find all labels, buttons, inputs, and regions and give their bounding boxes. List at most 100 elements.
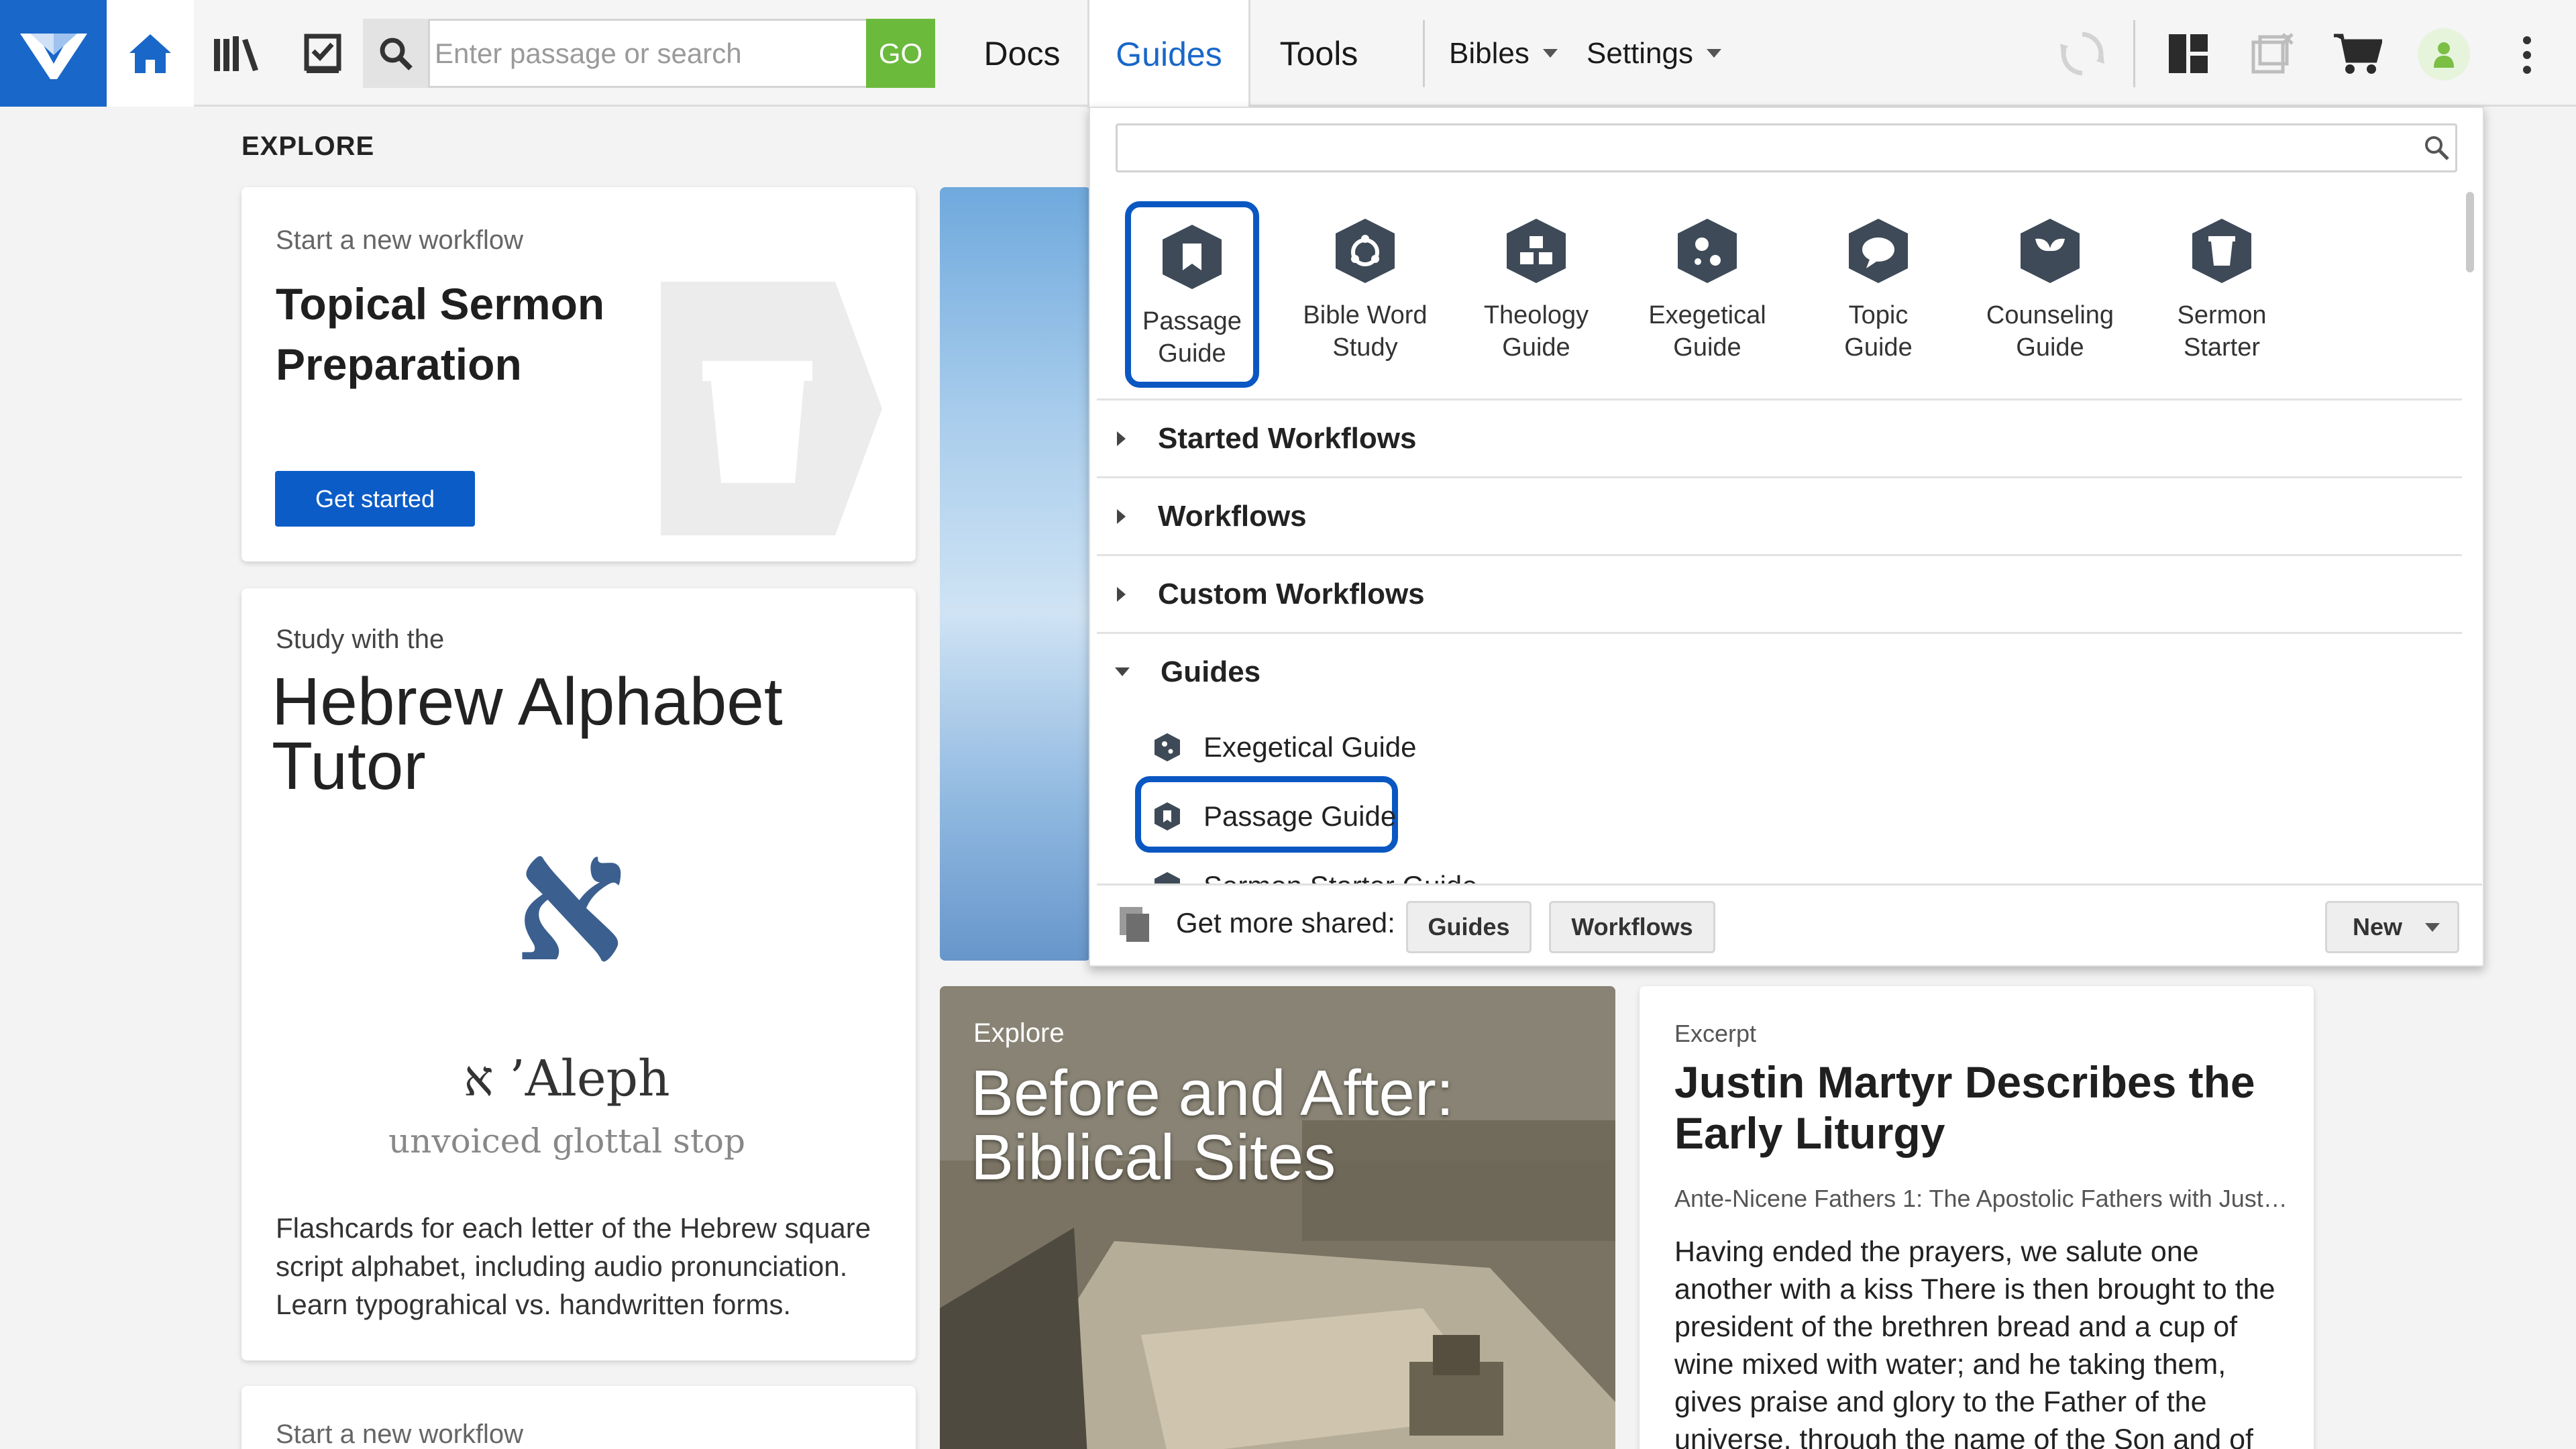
theology-guide-icon xyxy=(1507,219,1566,283)
card-kicker: Start a new workflow xyxy=(276,1419,524,1449)
city-aerial-image xyxy=(940,986,1615,1449)
card-title-line: Preparation xyxy=(276,339,522,389)
tab-tools[interactable]: Tools xyxy=(1252,0,1386,107)
sync-icon[interactable] xyxy=(2055,27,2109,80)
get-started-button[interactable]: Get started xyxy=(275,471,475,527)
card-kicker: Excerpt xyxy=(1674,1020,1757,1047)
chevron-down-icon xyxy=(1542,49,1558,58)
section-label: Custom Workflows xyxy=(1158,577,1425,610)
chevron-down-icon xyxy=(1115,667,1130,676)
guide-item-label: Exegetical Guide xyxy=(1203,731,1417,763)
description-line: Learn typograhical vs. handwritten forms… xyxy=(276,1289,792,1320)
guides-filter-input[interactable] xyxy=(1116,123,2457,172)
card-kicker: Start a new workflow xyxy=(276,225,524,255)
bible-word-study-icon xyxy=(1336,219,1395,283)
bibles-menu[interactable]: Bibles xyxy=(1449,0,1558,107)
card-title-line: Topical Sermon xyxy=(276,279,605,329)
guide-tile-label: Theology Guide xyxy=(1483,301,1589,362)
guide-tile-passage-guide[interactable]: Passage Guide xyxy=(1125,201,1259,388)
card-title-line: Justin Martyr Describes the xyxy=(1674,1057,2255,1107)
chevron-down-icon xyxy=(1706,49,1721,58)
section-guides[interactable]: Guides xyxy=(1097,632,2462,710)
card-title-line: Hebrew Alphabet xyxy=(272,664,783,739)
new-button[interactable]: New xyxy=(2325,901,2459,953)
guide-item-label: Passage Guide xyxy=(1203,800,1397,832)
checklist-icon[interactable] xyxy=(296,27,350,80)
excerpt-line: gives praise and glory to the Father of … xyxy=(1674,1386,2207,1418)
guide-tile-sermon-starter[interactable]: Sermon Starter xyxy=(2155,201,2289,388)
sermon-starter-icon xyxy=(1155,872,1180,884)
passage-guide-icon xyxy=(1163,225,1222,289)
panel-scrollbar[interactable] xyxy=(2466,192,2474,272)
guide-tile-label: Exegetical Guide xyxy=(1648,301,1766,362)
feature-image-card[interactable] xyxy=(940,187,1091,961)
search-input[interactable] xyxy=(435,21,864,86)
shared-documents-icon xyxy=(1118,906,1152,943)
section-label: Workflows xyxy=(1158,499,1307,533)
section-started-workflows[interactable]: Started Workflows xyxy=(1097,398,2462,476)
guide-tile-exegetical-guide[interactable]: Exegetical Guide xyxy=(1640,201,1774,388)
library-icon[interactable] xyxy=(209,27,263,80)
tab-docs[interactable]: Docs xyxy=(960,0,1084,107)
topic-guide-icon xyxy=(1849,219,1908,283)
exegetical-guide-icon xyxy=(1678,219,1737,283)
excerpt-line: Having ended the prayers, we salute one xyxy=(1674,1236,2199,1268)
more-icon[interactable] xyxy=(2517,35,2537,75)
toolbar-divider xyxy=(2133,20,2135,87)
card-kicker: Explore xyxy=(973,1018,1065,1048)
new-button-label: New xyxy=(2353,913,2403,941)
chevron-right-icon xyxy=(1117,431,1126,446)
card-title-line: Tutor xyxy=(272,729,426,804)
chevron-right-icon xyxy=(1117,586,1126,602)
sermon-workflow-icon xyxy=(661,282,882,535)
section-label: Guides xyxy=(1161,655,1261,688)
counseling-guide-icon xyxy=(2021,219,2080,283)
tab-guides[interactable]: Guides xyxy=(1087,0,1250,109)
settings-menu[interactable]: Settings xyxy=(1587,0,1721,107)
home-icon[interactable] xyxy=(107,0,194,107)
go-button[interactable]: GO xyxy=(866,19,935,88)
cart-icon[interactable] xyxy=(2330,27,2384,80)
excerpt-card[interactable]: Excerpt Justin Martyr Describes the Earl… xyxy=(1640,986,2314,1449)
card-title-line: Biblical Sites xyxy=(971,1122,1336,1193)
letter-name: א ’Aleph xyxy=(464,1050,670,1108)
layouts-icon[interactable] xyxy=(2161,27,2215,80)
guide-item-passage-guide[interactable]: Passage Guide xyxy=(1154,793,1396,840)
guide-tile-label: Topic Guide xyxy=(1844,301,1913,362)
excerpt-line: another with a kiss There is then brough… xyxy=(1674,1273,2275,1305)
user-icon[interactable] xyxy=(2418,28,2470,80)
biblical-sites-card[interactable]: Explore Before and After: Biblical Sites xyxy=(940,986,1615,1449)
guide-tile-theology-guide[interactable]: Theology Guide xyxy=(1469,201,1603,388)
guide-item-exegetical-guide[interactable]: Exegetical Guide xyxy=(1154,724,1417,771)
card-title-line: Before and After: xyxy=(971,1057,1454,1129)
guide-list-clip: Sermon Starter Guide xyxy=(1140,863,2455,884)
section-label: Started Workflows xyxy=(1158,421,1417,455)
close-panels-icon[interactable] xyxy=(2246,27,2300,80)
sermon-starter-icon xyxy=(2192,219,2251,283)
guide-tile-topic-guide[interactable]: Topic Guide xyxy=(1811,201,1945,388)
get-more-shared-label: Get more shared: xyxy=(1176,907,1395,938)
guide-tile-bible-word-study[interactable]: Bible Word Study xyxy=(1298,201,1432,388)
settings-menu-label: Settings xyxy=(1587,36,1693,70)
description-line: script alphabet, including audio pronunc… xyxy=(276,1250,848,1282)
guide-tile-label: Passage Guide xyxy=(1142,307,1242,368)
excerpt-source[interactable]: Ante-Nicene Fathers 1: The Apostolic Fat… xyxy=(1674,1185,2292,1213)
chevron-down-icon xyxy=(2425,922,2440,932)
guide-tile-counseling-guide[interactable]: Counseling Guide xyxy=(1983,201,2117,388)
logos-logo-icon[interactable] xyxy=(0,0,107,107)
guide-item-sermon-starter-guide[interactable]: Sermon Starter Guide xyxy=(1154,863,1478,884)
card-title-line: Early Liturgy xyxy=(1674,1108,1945,1158)
card-title: Hebrew Alphabet Tutor xyxy=(272,664,783,804)
excerpt-line: universe, through the name of the Son an… xyxy=(1674,1424,2253,1449)
section-workflows[interactable]: Workflows xyxy=(1097,476,2462,554)
search-icon[interactable] xyxy=(2423,134,2450,161)
shared-guides-button[interactable]: Guides xyxy=(1406,901,1532,953)
letter-description: unvoiced glottal stop xyxy=(388,1122,746,1161)
search-icon[interactable] xyxy=(363,19,430,88)
section-custom-workflows[interactable]: Custom Workflows xyxy=(1097,554,2462,632)
guide-tile-label: Counseling Guide xyxy=(1986,301,2114,362)
excerpt-text: Having ended the prayers, we salute one … xyxy=(1674,1233,2305,1449)
toolbar-divider xyxy=(1423,20,1425,87)
explore-heading: EXPLORE xyxy=(241,131,375,161)
shared-workflows-button[interactable]: Workflows xyxy=(1549,901,1715,953)
